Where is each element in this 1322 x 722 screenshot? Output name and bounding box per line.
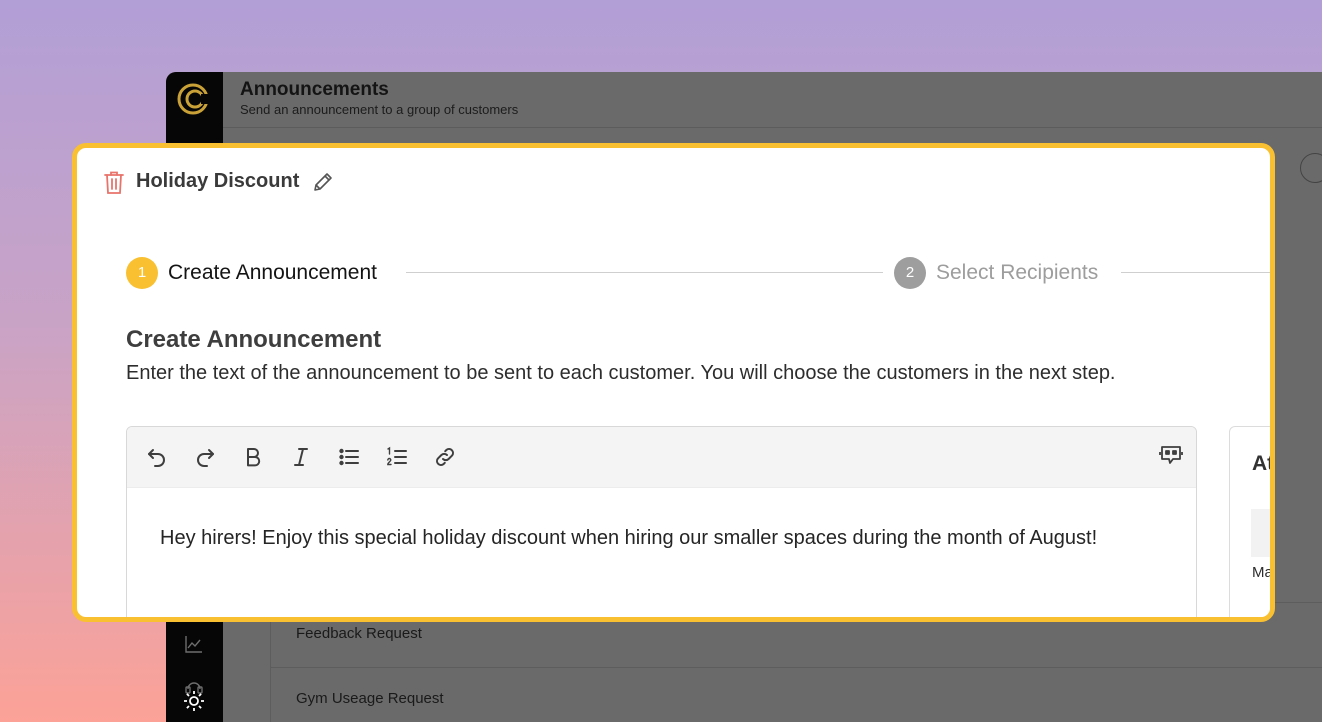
step-connector: [406, 272, 883, 273]
sun-icon[interactable]: [183, 690, 205, 712]
rich-text-editor: Hey hirers! Enjoy this special holiday d…: [126, 426, 1197, 617]
search-icon[interactable]: [1300, 153, 1322, 183]
italic-button[interactable]: [288, 444, 314, 470]
brand-logo-icon: [177, 83, 210, 115]
step-2-number[interactable]: 2: [894, 257, 926, 289]
app-page-subtitle: Send an announcement to a group of custo…: [240, 102, 519, 117]
app-page-title: Announcements: [240, 79, 389, 100]
numbered-list-icon: [387, 446, 407, 466]
bullet-list-button[interactable]: [336, 444, 362, 470]
italic-icon: [294, 448, 308, 466]
step-1-label[interactable]: Create Announcement: [168, 261, 377, 285]
undo-icon: [148, 449, 165, 467]
ai-chat-button[interactable]: [1158, 442, 1184, 468]
chart-icon[interactable]: [183, 633, 205, 655]
list-item-label: Gym Useage Request: [296, 690, 444, 707]
editor-toolbar: [127, 427, 1196, 488]
app-header: Announcements Send an announcement to a …: [223, 72, 1322, 128]
trash-icon[interactable]: [102, 169, 126, 195]
step-connector: [1121, 272, 1270, 273]
link-icon: [436, 448, 454, 466]
section-title: Create Announcement: [126, 326, 382, 353]
bullet-list-icon: [339, 448, 359, 466]
list-item[interactable]: Gym Useage Request: [270, 667, 1322, 722]
step-1-number[interactable]: 1: [126, 257, 158, 289]
announcement-title: Holiday Discount: [136, 170, 300, 192]
redo-icon: [197, 449, 214, 467]
pencil-icon[interactable]: [311, 170, 335, 194]
step-2-label[interactable]: Select Recipients: [936, 261, 1098, 285]
list-item-label: Feedback Request: [296, 625, 422, 642]
ai-chat-icon: [1159, 446, 1183, 464]
announcement-modal: Holiday Discount 1 Create Announcement 2…: [72, 143, 1275, 622]
bold-icon: [247, 448, 261, 467]
editor-content[interactable]: Hey hirers! Enjoy this special holiday d…: [160, 522, 1160, 554]
link-button[interactable]: [432, 444, 458, 470]
section-description: Enter the text of the announcement to be…: [126, 362, 1116, 384]
side-panel-card: At Ma: [1229, 426, 1275, 617]
side-panel-preview[interactable]: [1251, 509, 1270, 557]
redo-button[interactable]: [192, 444, 218, 470]
side-panel-title: At: [1252, 452, 1275, 475]
bold-button[interactable]: [240, 444, 266, 470]
side-panel-label: Ma: [1252, 564, 1273, 581]
undo-button[interactable]: [144, 444, 170, 470]
numbered-list-button[interactable]: [384, 444, 410, 470]
